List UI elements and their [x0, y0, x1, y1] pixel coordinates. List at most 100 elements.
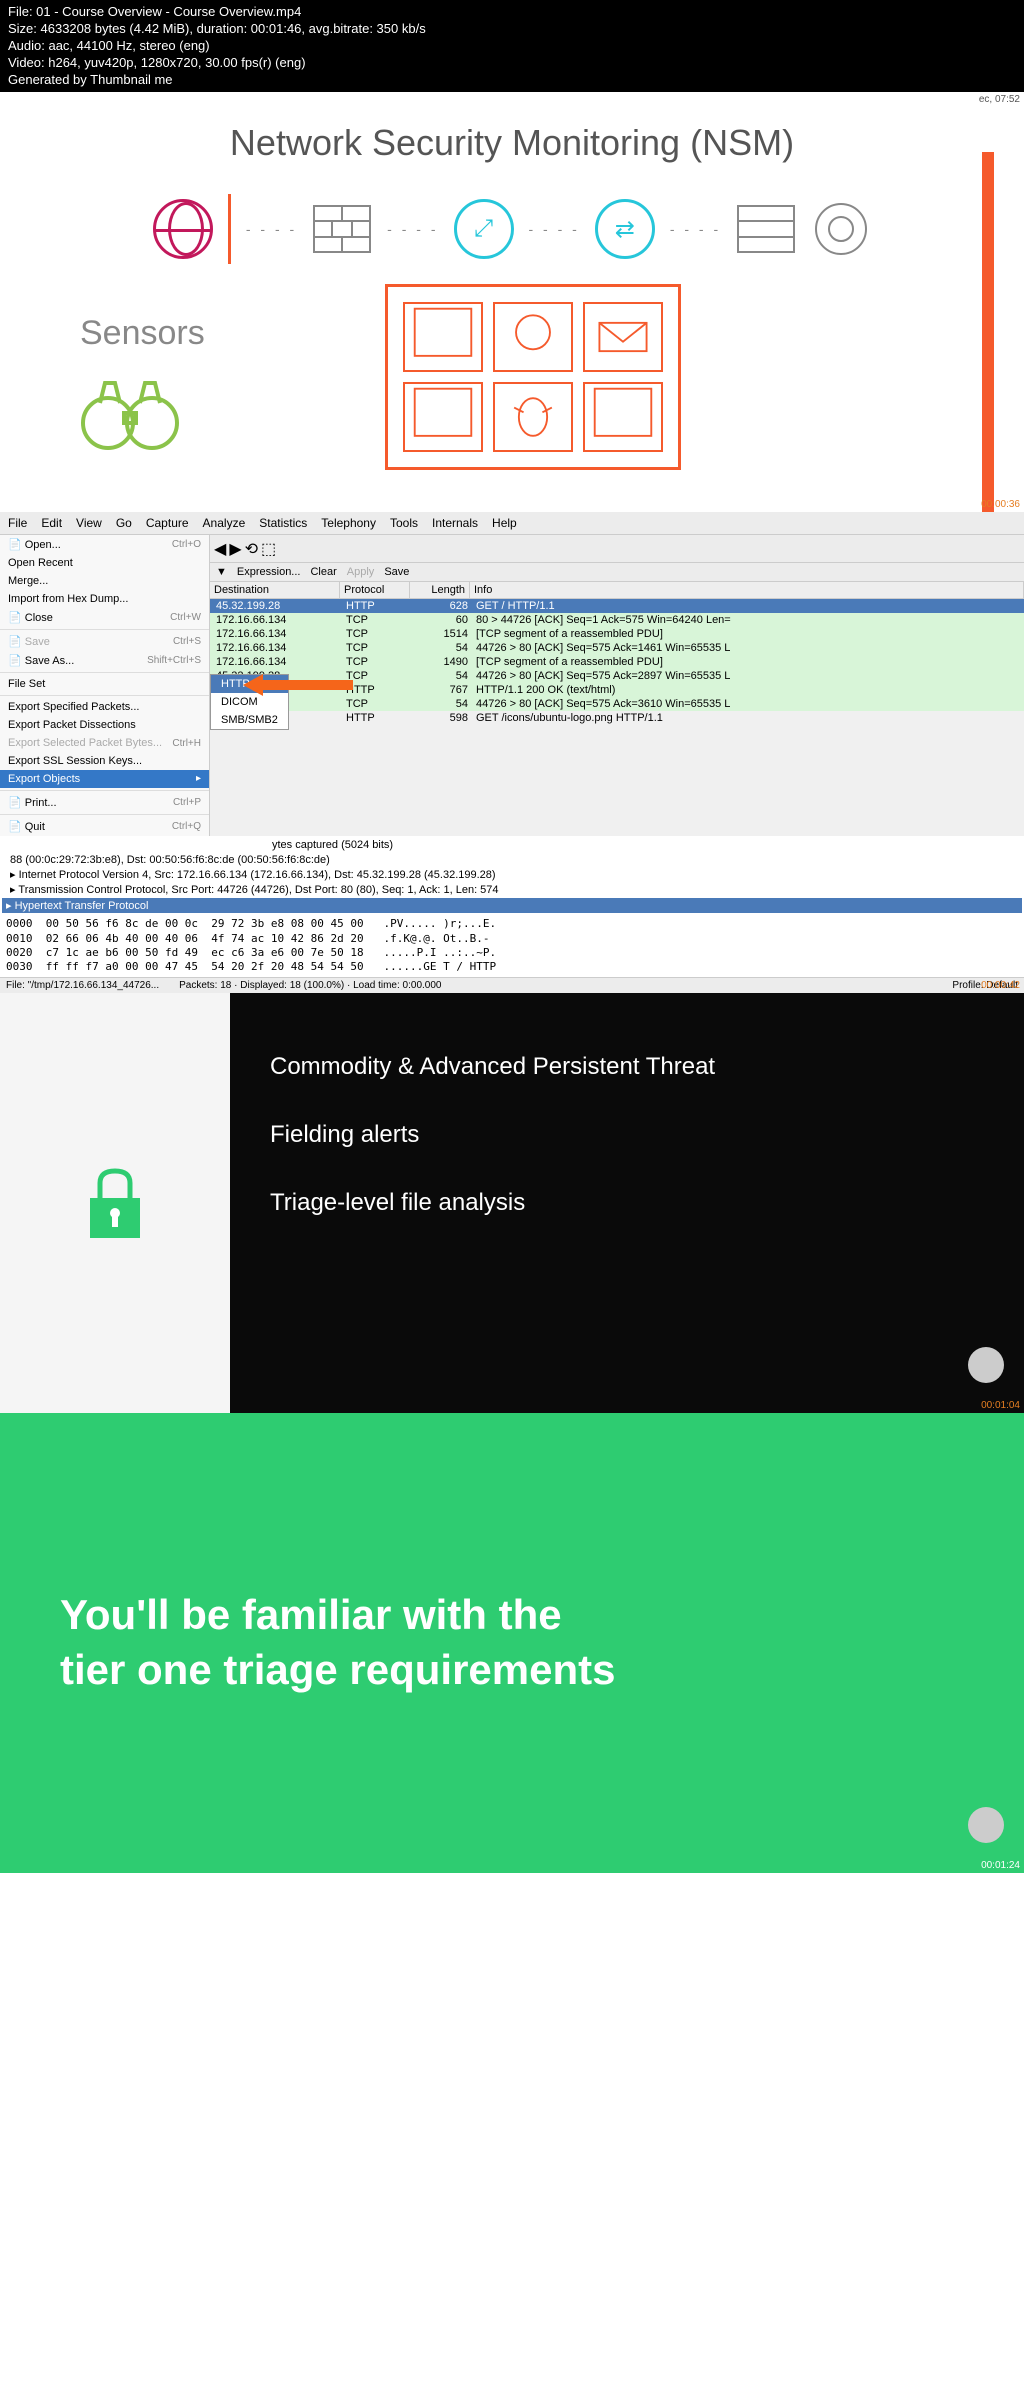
- menuitem-save[interactable]: 📄 SaveCtrl+S: [0, 632, 209, 651]
- nsm-slide: ec, 07:52 Network Security Monitoring (N…: [0, 92, 1024, 512]
- packet-row[interactable]: 45.32.199.28HTTP628GET / HTTP/1.1: [210, 599, 1024, 613]
- conclusion-slide: You'll be familiar with the tier one tri…: [0, 1413, 1024, 1873]
- filter-save[interactable]: Save: [384, 566, 409, 578]
- timestamp-3: 00:01:04: [981, 1400, 1020, 1411]
- timestamp-2: 00:00:42: [981, 980, 1020, 991]
- detail-line[interactable]: ▸ Transmission Control Protocol, Src Por…: [6, 882, 1018, 897]
- menu-statistics[interactable]: Statistics: [259, 516, 307, 530]
- table-header: Destination Protocol Length Info: [210, 582, 1024, 599]
- toolbar-icon[interactable]: ⬚: [261, 539, 276, 558]
- packet-row[interactable]: 172.16.66.134TCP1490[TCP segment of a re…: [210, 655, 1024, 669]
- captured-line: ytes captured (5024 bits): [2, 838, 1022, 852]
- text-line-2: tier one triage requirements: [60, 1643, 616, 1698]
- callout-arrow-icon: [243, 672, 353, 698]
- file-line: File: 01 - Course Overview - Course Over…: [8, 4, 1016, 21]
- menuitem-print-[interactable]: 📄 Print...Ctrl+P: [0, 793, 209, 812]
- menuitem-save-as-[interactable]: 📄 Save As...Shift+Ctrl+S: [0, 651, 209, 670]
- col-info[interactable]: Info: [470, 582, 1024, 598]
- packet-details[interactable]: ytes captured (5024 bits) 88 (00:0c:29:7…: [0, 836, 1024, 915]
- bullet-1: Commodity & Advanced Persistent Threat: [270, 1053, 984, 1081]
- menubar[interactable]: File Edit View Go Capture Analyze Statistics Te…: [0, 512, 1024, 535]
- slide3-sidebar: [0, 993, 230, 1413]
- menu-internals[interactable]: Internals: [432, 516, 478, 530]
- packet-table: Destination Protocol Length Info 45.32.1…: [210, 582, 1024, 725]
- orange-divider: [982, 152, 994, 512]
- menuitem-merge-[interactable]: Merge...: [0, 572, 209, 590]
- menu-capture[interactable]: Capture: [146, 516, 189, 530]
- server-icon: [403, 302, 483, 372]
- menuitem-close[interactable]: 📄 CloseCtrl+W: [0, 608, 209, 627]
- bullet-2: Fielding alerts: [270, 1121, 984, 1149]
- toolbar-icon[interactable]: ⟲: [245, 539, 258, 558]
- server-bug-icon: [493, 382, 573, 452]
- nsm-diagram: - - - - - - - - ⤢ - - - - ⇄ - - - -: [20, 194, 1004, 264]
- menu-telephony[interactable]: Telephony: [321, 516, 376, 530]
- status-bar: File: "/tmp/172.16.66.134_44726... Packe…: [0, 977, 1024, 993]
- toolbar-icon[interactable]: ◀: [214, 539, 226, 558]
- menuitem-export-packet-dissections[interactable]: Export Packet Dissections: [0, 716, 209, 734]
- toolbar[interactable]: ◀ ▶ ⟲ ⬚: [210, 535, 1024, 563]
- menu-view[interactable]: View: [76, 516, 102, 530]
- menu-analyze[interactable]: Analyze: [203, 516, 246, 530]
- head-icon: [811, 199, 871, 259]
- detail-line[interactable]: 88 (00:0c:29:72:3b:e8), Dst: 00:50:56:f6…: [6, 853, 1018, 867]
- lock-icon: [75, 1163, 155, 1243]
- filter-dropdown-icon[interactable]: ▼: [216, 566, 227, 578]
- menu-help[interactable]: Help: [492, 516, 517, 530]
- globe-icon: [153, 199, 213, 259]
- toolbar-icon[interactable]: ▶: [229, 539, 241, 558]
- wireshark-window: File Edit View Go Capture Analyze Statistics Te…: [0, 512, 1024, 992]
- menu-edit[interactable]: Edit: [41, 516, 62, 530]
- file-menu[interactable]: 📄 Open...Ctrl+OOpen RecentMerge...Import…: [0, 535, 210, 836]
- packet-row[interactable]: 45.32.199.28HTTP598GET /icons/ubuntu-log…: [210, 711, 1024, 725]
- filter-expression[interactable]: Expression...: [237, 566, 301, 578]
- packet-row[interactable]: 172.16.66.134TCP1514[TCP segment of a re…: [210, 627, 1024, 641]
- filter-apply[interactable]: Apply: [347, 566, 375, 578]
- server-db-icon: [583, 382, 663, 452]
- menuitem-file-set[interactable]: File Set: [0, 675, 209, 693]
- timestamp-4: 00:01:24: [981, 1860, 1020, 1871]
- menuitem-export-ssl-session-keys-[interactable]: Export SSL Session Keys...: [0, 752, 209, 770]
- router-icon: ⇄: [595, 199, 655, 259]
- col-destination[interactable]: Destination: [210, 582, 340, 598]
- menu-tools[interactable]: Tools: [390, 516, 418, 530]
- menuitem-export-objects[interactable]: Export Objects▸: [0, 770, 209, 788]
- generated-line: Generated by Thumbnail me: [8, 72, 1016, 89]
- filter-clear[interactable]: Clear: [310, 566, 336, 578]
- firewall-icon: [312, 204, 372, 254]
- col-length[interactable]: Length: [410, 582, 470, 598]
- packet-row[interactable]: 172.16.66.134TCP5444726 > 80 [ACK] Seq=5…: [210, 641, 1024, 655]
- http-protocol-line[interactable]: ▸ Hypertext Transfer Protocol: [2, 898, 1022, 913]
- packet-row[interactable]: 172.16.66.134TCP6080 > 44726 [ACK] Seq=1…: [210, 613, 1024, 627]
- timestamp-1: 00:00:36: [981, 499, 1020, 510]
- menuitem-export-selected-packet-bytes-[interactable]: Export Selected Packet Bytes...Ctrl+H: [0, 734, 209, 752]
- conclusion-text: You'll be familiar with the tier one tri…: [60, 1588, 616, 1697]
- top-corner-time: ec, 07:52: [979, 94, 1020, 105]
- submenu-smb-smb2[interactable]: SMB/SMB2: [211, 711, 288, 729]
- menuitem-open-[interactable]: 📄 Open...Ctrl+O: [0, 535, 209, 554]
- server-mail-icon: [583, 302, 663, 372]
- menu-file[interactable]: File: [8, 516, 27, 530]
- play-button-4[interactable]: [968, 1807, 1004, 1843]
- slide-title: Network Security Monitoring (NSM): [20, 122, 1004, 164]
- binoculars-icon: [80, 363, 180, 463]
- col-protocol[interactable]: Protocol: [340, 582, 410, 598]
- status-file: File: "/tmp/172.16.66.134_44726...: [6, 980, 159, 991]
- firewall-icon-2: [736, 204, 796, 254]
- status-packets: Packets: 18 · Displayed: 18 (100.0%) · L…: [179, 980, 441, 991]
- size-line: Size: 4633208 bytes (4.42 MiB), duration…: [8, 21, 1016, 38]
- server-globe-icon: [493, 302, 573, 372]
- menuitem-quit[interactable]: 📄 QuitCtrl+Q: [0, 817, 209, 836]
- menuitem-open-recent[interactable]: Open Recent: [0, 554, 209, 572]
- play-button[interactable]: [968, 1347, 1004, 1383]
- menuitem-export-specified-packets-[interactable]: Export Specified Packets...: [0, 698, 209, 716]
- slide3-content: Commodity & Advanced Persistent Threat F…: [230, 993, 1024, 1413]
- detail-line[interactable]: ▸ Internet Protocol Version 4, Src: 172.…: [6, 867, 1018, 882]
- video-info-header: File: 01 - Course Overview - Course Over…: [0, 0, 1024, 92]
- menu-go[interactable]: Go: [116, 516, 132, 530]
- menuitem-import-from-hex-dump-[interactable]: Import from Hex Dump...: [0, 590, 209, 608]
- packet-row[interactable]: 45.32.199.28TCP5444726 > 80 [ACK] Seq=57…: [210, 697, 1024, 711]
- hex-dump[interactable]: 0000 00 50 56 f6 8c de 00 0c 29 72 3b e8…: [0, 915, 1024, 976]
- vbar-icon: [228, 194, 231, 264]
- filter-bar[interactable]: ▼ Expression... Clear Apply Save: [210, 563, 1024, 582]
